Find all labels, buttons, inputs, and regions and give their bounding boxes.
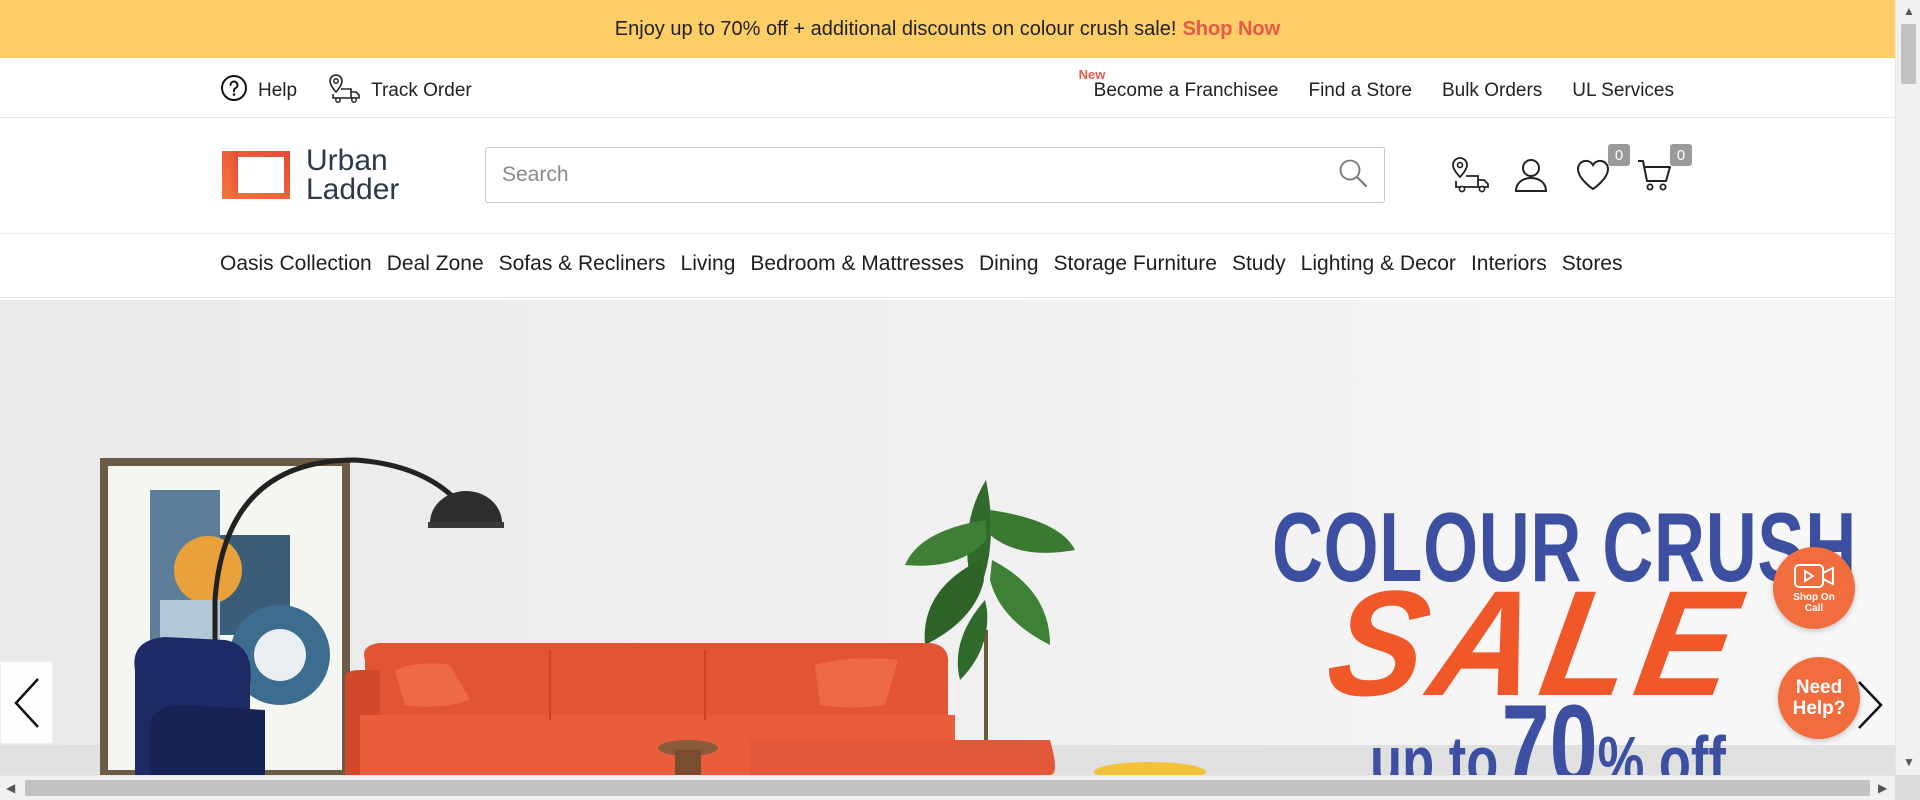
vertical-scroll-thumb[interactable] — [1901, 24, 1916, 84]
user-icon[interactable] — [1512, 156, 1550, 194]
bulk-orders-link[interactable]: Bulk Orders — [1442, 80, 1542, 102]
track-order-icon — [327, 72, 361, 110]
heart-icon[interactable]: 0 — [1574, 144, 1630, 194]
armchair — [134, 637, 265, 775]
track-order-link[interactable]: Track Order — [327, 72, 472, 110]
header-actions: 0 0 — [1450, 144, 1692, 194]
scroll-left-icon[interactable]: ◀ — [6, 781, 15, 795]
store-locator-icon[interactable] — [1450, 156, 1489, 194]
help-label: Help — [258, 80, 298, 101]
search-input[interactable] — [502, 163, 1338, 187]
promo-text: Enjoy up to 70% off + additional discoun… — [614, 17, 1177, 40]
track-order-label: Track Order — [371, 80, 472, 101]
promo-banner: Enjoy up to 70% off + additional discoun… — [0, 0, 1895, 58]
urban-ladder-logo[interactable]: Urban Ladder — [220, 144, 400, 206]
nav-item-sofas-recliners[interactable]: Sofas & Recliners — [499, 252, 666, 276]
horizontal-scrollbar[interactable]: ◀ ▶ — [0, 775, 1895, 800]
logo-mark — [220, 149, 292, 201]
main-header: Urban Ladder 0 0 — [0, 118, 1895, 234]
help-link[interactable]: Help — [220, 74, 297, 108]
chevron-right-icon — [1858, 681, 1883, 729]
chevron-left-icon — [13, 677, 39, 728]
nav-item-study[interactable]: Study — [1232, 252, 1286, 276]
need-help-button[interactable]: Need Help? — [1778, 657, 1860, 739]
ul-services-link[interactable]: UL Services — [1572, 80, 1674, 102]
cart-count-badge: 0 — [1670, 144, 1692, 166]
video-camera-icon — [1794, 563, 1834, 588]
vertical-scrollbar[interactable]: ▲ ▼ — [1895, 0, 1920, 775]
scroll-right-icon[interactable]: ▶ — [1878, 781, 1887, 795]
scroll-down-icon[interactable]: ▼ — [1903, 755, 1915, 769]
carousel-prev-button[interactable] — [0, 661, 53, 744]
new-badge: New — [1078, 67, 1106, 82]
nav-item-deal-zone[interactable]: Deal Zone — [387, 252, 484, 276]
category-nav: Oasis Collection Deal Zone Sofas & Recli… — [0, 234, 1895, 298]
hero-banner[interactable]: COLOUR CRUSH SALE up to 70% off Shop On … — [0, 300, 1895, 775]
scroll-up-icon[interactable]: ▲ — [1903, 4, 1915, 18]
horizontal-scroll-thumb[interactable] — [25, 780, 1870, 796]
search-icon[interactable] — [1338, 158, 1368, 193]
franchisee-label: Become a Franchisee — [1093, 80, 1279, 101]
nav-item-storage-furniture[interactable]: Storage Furniture — [1054, 252, 1217, 276]
cart-icon[interactable]: 0 — [1636, 144, 1692, 194]
browser-viewport: Enjoy up to 70% off + additional discoun… — [0, 0, 1895, 775]
nav-item-stores[interactable]: Stores — [1562, 252, 1623, 276]
hero-offer: up to 70% off — [1370, 682, 1726, 775]
nav-item-oasis-collection[interactable]: Oasis Collection — [220, 252, 372, 276]
scrollbar-corner — [1895, 775, 1920, 800]
utility-bar: Help Track Order New Become a Franchisee… — [0, 58, 1895, 118]
nav-item-dining[interactable]: Dining — [979, 252, 1039, 276]
search-bar — [485, 147, 1385, 203]
franchisee-link[interactable]: New Become a Franchisee — [1079, 67, 1279, 102]
help-icon — [220, 74, 248, 108]
nav-item-living[interactable]: Living — [681, 252, 736, 276]
shop-now-link[interactable]: Shop Now — [1182, 18, 1280, 41]
nav-item-interiors[interactable]: Interiors — [1471, 252, 1547, 276]
logo-wordmark: Urban Ladder — [306, 144, 400, 206]
wishlist-count-badge: 0 — [1608, 144, 1630, 166]
nav-item-lighting-decor[interactable]: Lighting & Decor — [1301, 252, 1456, 276]
find-store-link[interactable]: Find a Store — [1308, 80, 1412, 102]
nav-item-bedroom-mattresses[interactable]: Bedroom & Mattresses — [750, 252, 964, 276]
shop-on-call-button[interactable]: Shop On Call — [1773, 547, 1855, 629]
